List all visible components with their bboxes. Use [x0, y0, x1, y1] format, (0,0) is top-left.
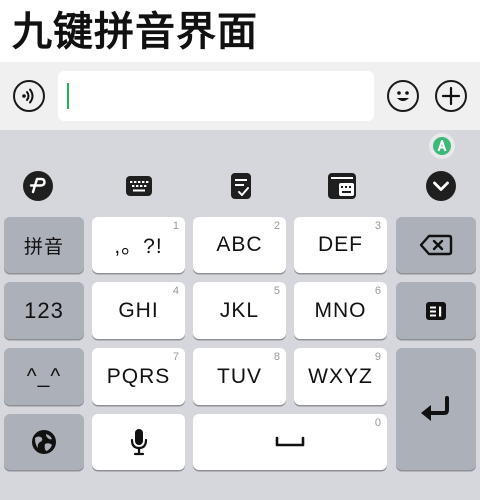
backspace-icon [419, 234, 453, 256]
abc-key-digit: 2 [273, 220, 280, 232]
jkl-key-digit: 5 [273, 285, 280, 297]
wxyz-key[interactable]: WXYZ 9 [294, 348, 387, 405]
emoticon-key[interactable]: ^_^ [4, 348, 84, 405]
swipe-logo-icon [23, 171, 53, 201]
pqrs-key-label: PQRS [106, 364, 171, 388]
abc-key-label: ABC [216, 233, 263, 256]
number-mode-label: 123 [24, 297, 64, 323]
jkl-key[interactable]: JKL 5 [193, 282, 286, 339]
emoji-button[interactable] [387, 80, 419, 112]
enter-key[interactable] [396, 348, 476, 470]
edit-panel-icon [426, 301, 446, 320]
mno-key-digit: 6 [374, 285, 381, 297]
space-key-digit: 0 [374, 417, 381, 429]
punctuation-key-digit: 1 [172, 220, 179, 232]
def-key[interactable]: DEF 3 [294, 217, 387, 273]
edit-panel-key[interactable] [396, 282, 476, 339]
abc-key[interactable]: ABC 2 [193, 217, 286, 273]
pqrs-key[interactable]: PQRS 7 [92, 348, 185, 405]
voice-button[interactable] [13, 80, 45, 112]
mno-key-label: MNO [314, 298, 367, 322]
mno-key[interactable]: MNO 6 [294, 282, 387, 339]
tuv-key[interactable]: TUV 8 [193, 348, 286, 405]
ghi-key[interactable]: GHI 4 [92, 282, 185, 339]
clipboard-button[interactable] [226, 170, 256, 202]
message-input[interactable] [58, 71, 374, 121]
input-bar [0, 62, 480, 130]
keyboard-layout-button[interactable] [124, 171, 154, 201]
keyboard-switch-icon [328, 173, 356, 199]
enter-icon [421, 396, 449, 421]
space-key[interactable]: 0 [193, 414, 387, 470]
globe-icon [32, 430, 56, 454]
ghi-key-label: GHI [118, 298, 159, 322]
punctuation-key-label: ,。?! [114, 235, 163, 258]
pinyin-mode-key[interactable]: 拼音 [4, 217, 84, 273]
clipboard-icon [231, 173, 251, 199]
tuv-key-label: TUV [217, 364, 262, 388]
voice-input-key[interactable] [92, 414, 185, 470]
assistant-badge[interactable] [429, 133, 455, 159]
delete-key[interactable] [396, 217, 476, 273]
swipe-logo-button[interactable] [22, 170, 54, 202]
keyboard-icon [126, 176, 152, 196]
jkl-key-label: JKL [219, 298, 260, 322]
def-key-digit: 3 [374, 220, 381, 232]
assistant-badge-icon [433, 137, 451, 155]
smiley-icon [397, 91, 409, 101]
text-caret [67, 83, 69, 109]
wxyz-key-label: WXYZ [308, 364, 373, 388]
add-button[interactable] [435, 80, 467, 112]
def-key-label: DEF [318, 233, 363, 256]
title-bar: 九键拼音界面 [0, 0, 480, 62]
globe-key[interactable] [4, 414, 84, 470]
pinyin-mode-label: 拼音 [23, 236, 64, 258]
ghi-key-digit: 4 [172, 285, 179, 297]
keyboard: 拼音 ,。?! 1 ABC 2 DEF 3 123 GHI 4 JKL 5 MN… [0, 130, 480, 500]
number-mode-key[interactable]: 123 [4, 282, 84, 339]
tuv-key-digit: 8 [273, 351, 280, 363]
microphone-icon [130, 429, 147, 456]
punctuation-key[interactable]: ,。?! 1 [92, 217, 185, 273]
collapse-icon [426, 171, 456, 201]
sound-wave-icon [22, 88, 34, 104]
keyboard-switch-button[interactable] [326, 170, 358, 202]
space-icon [275, 436, 305, 447]
collapse-keyboard-button[interactable] [425, 170, 457, 202]
wxyz-key-digit: 9 [374, 351, 381, 363]
plus-icon [441, 86, 461, 106]
page-title: 九键拼音界面 [12, 9, 258, 55]
emoticon-key-label: ^_^ [26, 364, 62, 388]
pqrs-key-digit: 7 [172, 351, 179, 363]
